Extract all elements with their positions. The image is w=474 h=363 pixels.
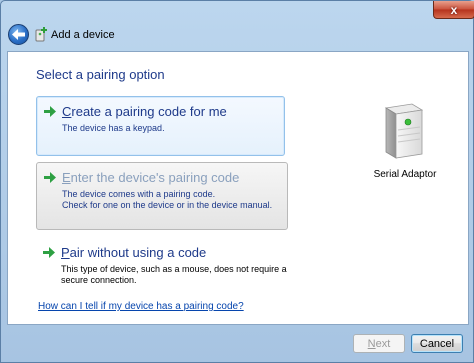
option-description: The device comes with a pairing code. Ch… (62, 189, 273, 210)
green-arrow-icon (44, 106, 56, 117)
serial-adaptor-device-icon (384, 103, 424, 159)
back-arrow-icon (12, 29, 25, 40)
green-arrow-icon (43, 247, 55, 258)
option-enter-device-code[interactable]: Enter the device's pairing code The devi… (36, 162, 288, 230)
add-device-window: x Add a device Select a pairing option C… (0, 0, 474, 363)
next-label: Next (367, 337, 391, 350)
option-pair-without-code[interactable]: Pair without using a code This type of d… (36, 238, 296, 294)
green-arrow-icon (44, 172, 56, 183)
option-title: Pair without using a code (61, 245, 207, 260)
close-button[interactable]: x (433, 1, 474, 19)
page-heading: Select a pairing option (36, 67, 165, 82)
cancel-button[interactable]: Cancel (411, 334, 463, 353)
back-button[interactable] (8, 24, 29, 45)
option-create-pairing-code[interactable]: Create a pairing code for me The device … (36, 96, 285, 156)
add-device-icon (35, 27, 47, 42)
device-label: Serial Adaptor (373, 169, 437, 180)
option-description: This type of device, such as a mouse, do… (61, 264, 287, 285)
option-title: Enter the device's pairing code (62, 170, 240, 185)
option-description: The device has a keypad. (62, 123, 165, 133)
content-panel: Select a pairing option Create a pairing… (7, 51, 469, 325)
option-title: Create a pairing code for me (62, 104, 227, 119)
close-icon: x (450, 2, 458, 17)
next-button[interactable]: Next (353, 334, 405, 353)
pairing-code-help-link[interactable]: How can I tell if my device has a pairin… (38, 301, 244, 312)
window-title: Add a device (51, 29, 115, 41)
